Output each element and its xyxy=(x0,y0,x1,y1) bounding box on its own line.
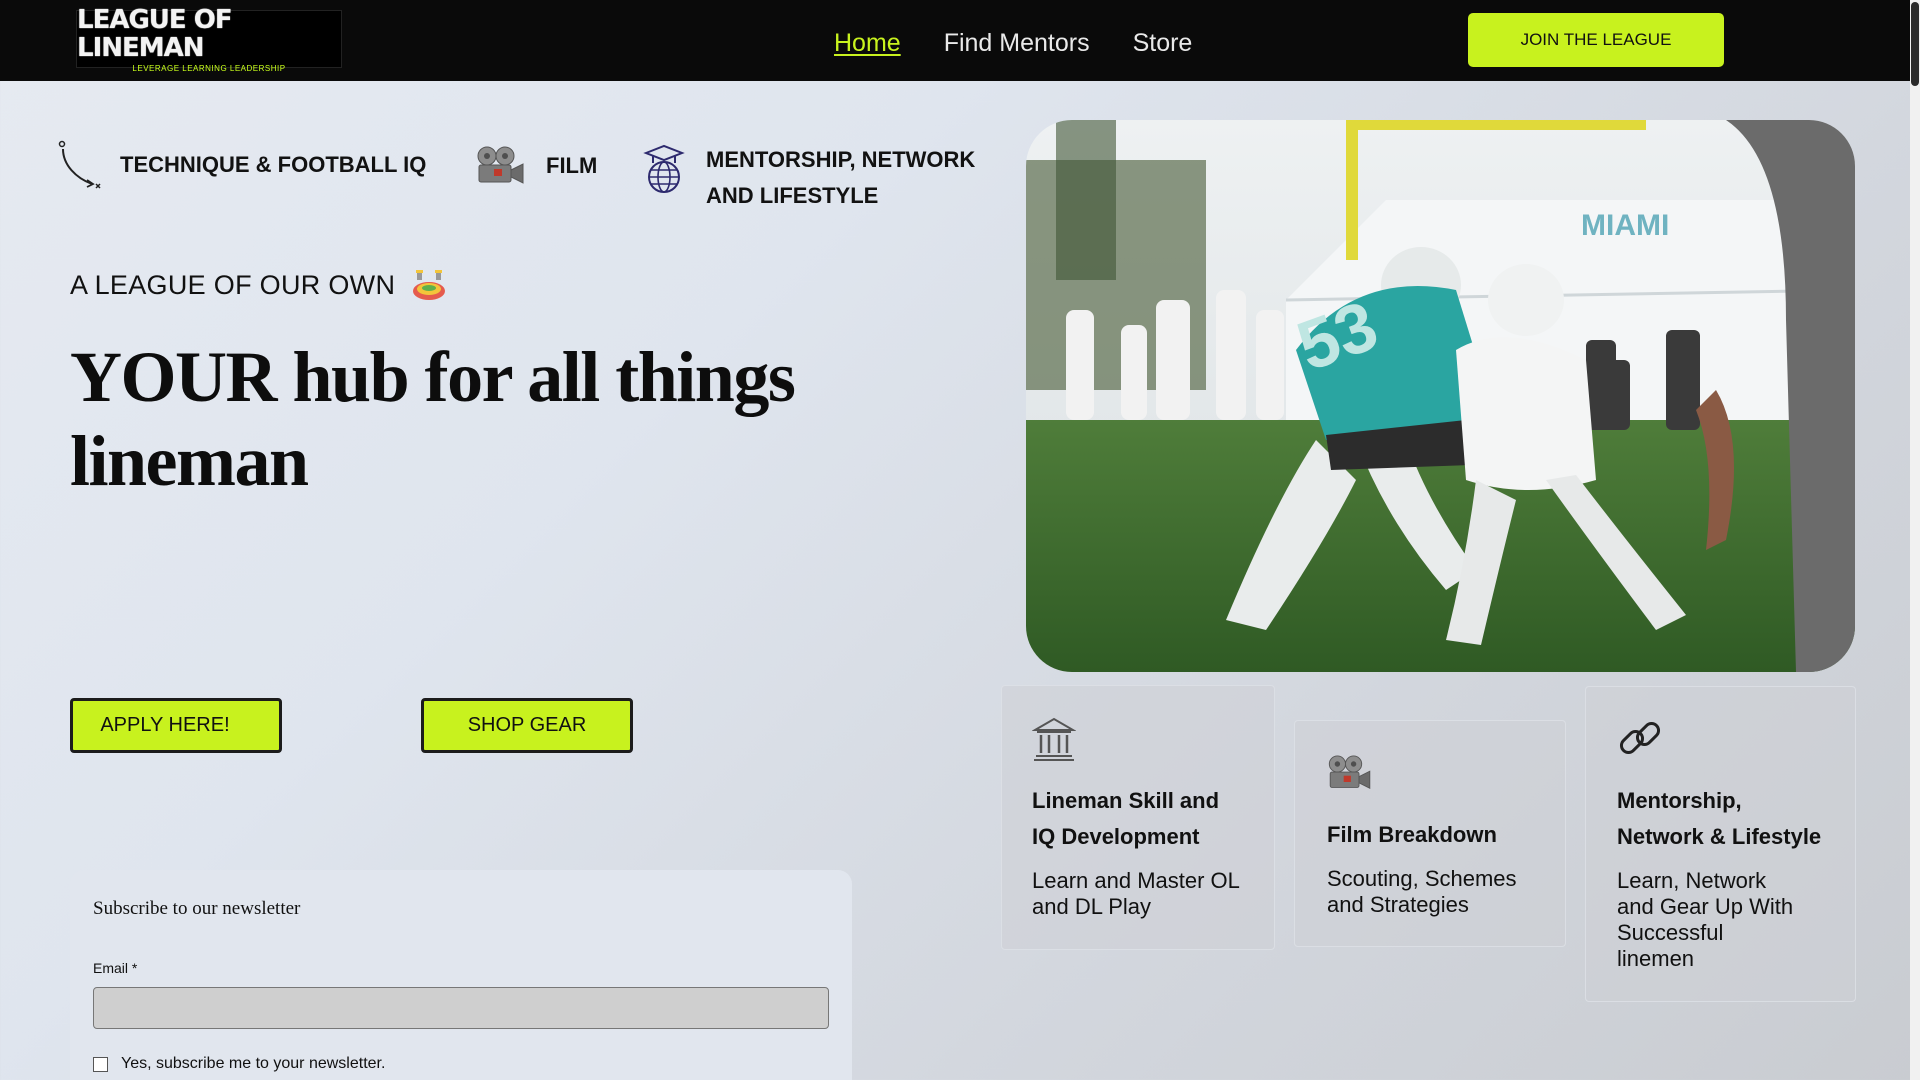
film-camera-icon xyxy=(1328,755,1371,790)
newsletter-title: Subscribe to our newsletter xyxy=(93,898,301,919)
page-scrollbar[interactable] xyxy=(1910,0,1920,1080)
scrollbar-thumb[interactable] xyxy=(1911,2,1919,86)
tagline: A LEAGUE OF OUR OWN xyxy=(70,268,447,302)
feature-mentorship-text: MENTORSHIP, NETWORK AND LIFESTYLE xyxy=(706,142,975,214)
main-nav: Home Find Mentors Store xyxy=(834,28,1235,58)
card-mentorship-text-line1: Learn, Network xyxy=(1617,868,1767,893)
newsletter-form: Subscribe to our newsletter Email * Yes,… xyxy=(70,870,852,1080)
page-headline: YOUR hub for all things lineman xyxy=(70,335,830,503)
join-the-league-button[interactable]: JOIN THE LEAGUE xyxy=(1468,13,1724,67)
play-diagram-icon xyxy=(58,140,101,189)
feature-technique: TECHNIQUE & FOOTBALL IQ xyxy=(58,140,426,190)
tagline-text: A LEAGUE OF OUR OWN xyxy=(70,269,396,300)
card-film-text-line2: and Strategies xyxy=(1327,892,1469,917)
subscribe-checkbox-row[interactable]: Yes, subscribe me to your newsletter. xyxy=(93,1055,385,1073)
hero-photo: MIAMI 53 xyxy=(1026,120,1855,672)
card-mentorship-title-line1: Mentorship, xyxy=(1617,788,1742,813)
card-skill-development: Lineman Skill and IQ Development Learn a… xyxy=(1001,685,1275,950)
card-mentorship-text-line2: and Gear Up With xyxy=(1617,894,1794,919)
nav-home[interactable]: Home xyxy=(834,28,901,58)
logo-title: LEAGUE OF LINEMAN xyxy=(77,4,233,63)
site-header: LEAGUE OF LINEMAN LEVERAGE LEARNING LEAD… xyxy=(0,0,1910,81)
feature-technique-label: TECHNIQUE & FOOTBALL IQ xyxy=(120,152,427,177)
feature-film: FILM xyxy=(476,146,597,186)
headline-line2: lineman xyxy=(70,421,309,501)
link-icon xyxy=(1619,721,1661,755)
museum-icon xyxy=(1032,717,1076,761)
card-film-text-line1: Scouting, Schemes xyxy=(1327,866,1517,891)
logo-subtitle: LEVERAGE LEARNING LEADERSHIP xyxy=(132,63,286,73)
film-camera-icon xyxy=(477,146,524,184)
feature-mentorship-label-line2: AND LIFESTYLE xyxy=(706,183,879,208)
headline-line1: YOUR hub for all things xyxy=(70,337,796,417)
email-label: Email * xyxy=(93,960,138,976)
card-mentorship-text-line4: linemen xyxy=(1617,946,1695,971)
card-film-breakdown: Film Breakdown Scouting, Schemes and Str… xyxy=(1294,720,1566,947)
shop-gear-button[interactable]: SHOP GEAR xyxy=(421,698,633,753)
nav-find-mentors[interactable]: Find Mentors xyxy=(944,28,1090,58)
card-skill-text-line2: and DL Play xyxy=(1032,894,1152,919)
svg-text:MIAMI: MIAMI xyxy=(1581,209,1669,242)
feature-mentorship-label-line1: MENTORSHIP, NETWORK xyxy=(706,147,976,172)
stadium-icon xyxy=(413,270,446,300)
nav-store[interactable]: Store xyxy=(1133,28,1193,58)
subscribe-checkbox-label: Yes, subscribe me to your newsletter. xyxy=(121,1055,386,1072)
site-logo[interactable]: LEAGUE OF LINEMAN LEVERAGE LEARNING LEAD… xyxy=(76,6,342,73)
football-practice-image: MIAMI 53 xyxy=(1026,120,1855,672)
subscribe-checkbox[interactable] xyxy=(93,1056,108,1072)
feature-mentorship: MENTORSHIP, NETWORK AND LIFESTYLE xyxy=(642,142,975,214)
apply-here-button[interactable]: APPLY HERE! xyxy=(70,698,282,753)
card-skill-text-line1: Learn and Master OL xyxy=(1032,868,1240,893)
card-mentorship-text-line3: Successful xyxy=(1617,920,1724,945)
feature-film-label: FILM xyxy=(546,153,598,178)
card-mentorship: Mentorship, Network & Lifestyle Learn, N… xyxy=(1585,686,1856,1002)
card-skill-title-line1: Lineman Skill and xyxy=(1032,788,1220,813)
graduation-globe-icon xyxy=(643,144,685,193)
card-mentorship-title-line2: Network & Lifestyle xyxy=(1617,824,1822,849)
card-film-title: Film Breakdown xyxy=(1327,822,1497,847)
card-skill-title-line2: IQ Development xyxy=(1032,824,1200,849)
email-field[interactable] xyxy=(93,987,829,1029)
